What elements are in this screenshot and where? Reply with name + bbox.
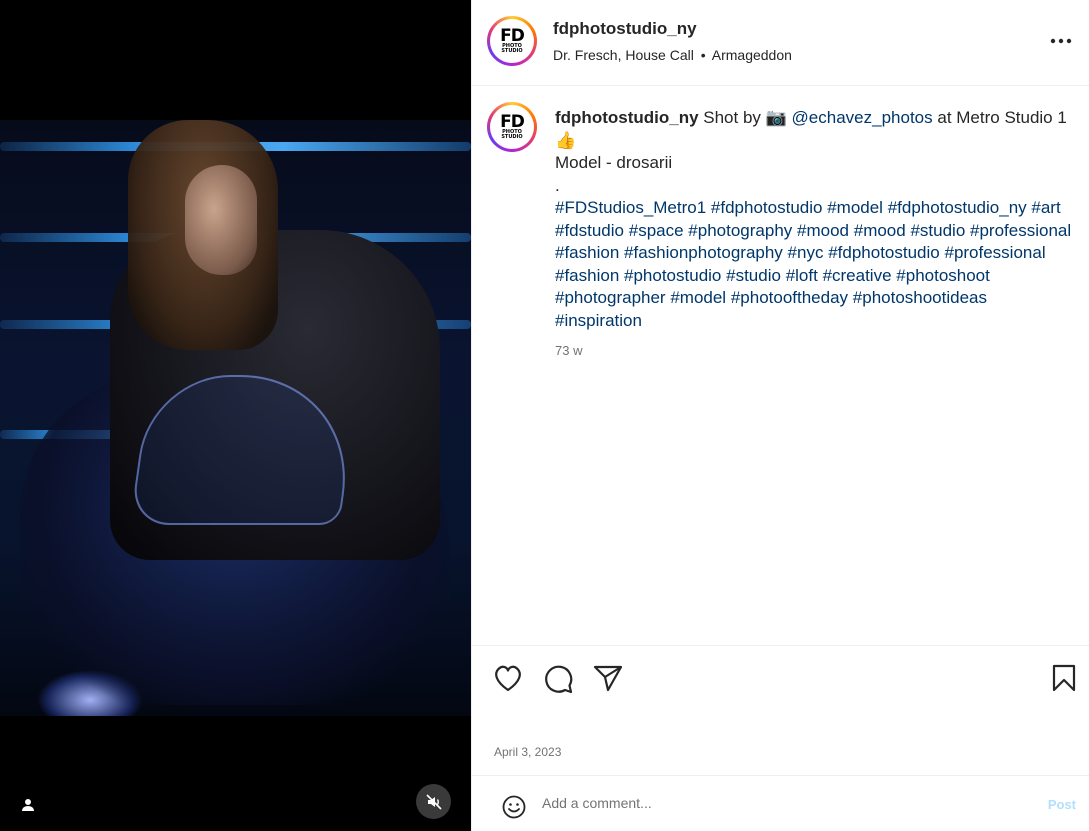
hashtag-link[interactable]: #mood bbox=[797, 221, 849, 240]
comment-input[interactable] bbox=[542, 795, 1022, 811]
hashtag-link[interactable]: #photoshootideas bbox=[853, 288, 987, 307]
hashtag-link[interactable]: #professional bbox=[970, 221, 1071, 240]
hashtag-link[interactable]: #studio bbox=[910, 221, 965, 240]
avatar[interactable]: FD PHOTO STUDIO bbox=[487, 16, 537, 66]
emoji-icon bbox=[502, 795, 526, 819]
hashtag-link[interactable]: #studio bbox=[726, 266, 781, 285]
share-icon bbox=[593, 665, 623, 692]
hashtag-link[interactable]: #fdphotostudio bbox=[711, 198, 823, 217]
hashtag-link[interactable]: #photoshoot bbox=[896, 266, 990, 285]
hashtag-link[interactable]: #art bbox=[1031, 198, 1060, 217]
hashtag-link[interactable]: #FDStudios_Metro1 bbox=[555, 198, 706, 217]
user-tag-button[interactable] bbox=[12, 789, 44, 821]
hashtag-link[interactable]: #fdphotostudio bbox=[828, 243, 940, 262]
hashtag-link[interactable]: #inspiration bbox=[555, 311, 642, 330]
hashtag-link[interactable]: #mood bbox=[854, 221, 906, 240]
user-tag-icon bbox=[22, 799, 34, 811]
audio-artist[interactable]: Dr. Fresch, House Call bbox=[553, 47, 694, 63]
share-button[interactable] bbox=[593, 664, 623, 697]
caption-text-before: Shot by 📷 bbox=[703, 108, 787, 127]
mute-button[interactable] bbox=[416, 784, 451, 819]
emoji-button[interactable] bbox=[502, 795, 526, 824]
post-header: FD PHOTO STUDIO fdphotostudio_ny Dr. Fre… bbox=[472, 0, 1089, 86]
hashtag-link[interactable]: #nyc bbox=[788, 243, 824, 262]
post-date[interactable]: April 3, 2023 bbox=[494, 745, 561, 759]
header-username[interactable]: fdphotostudio_ny bbox=[553, 19, 697, 39]
post-details-panel: FD PHOTO STUDIO fdphotostudio_ny Dr. Fre… bbox=[471, 0, 1089, 831]
hashtag-link[interactable]: #fashion bbox=[555, 266, 619, 285]
hashtag-link[interactable]: #loft bbox=[786, 266, 818, 285]
hashtag-list: #FDStudios_Metro1 #fdphotostudio #model … bbox=[555, 198, 1071, 330]
caption-username[interactable]: fdphotostudio_ny bbox=[555, 108, 699, 127]
caption-model-line: Model - drosarii bbox=[555, 153, 673, 172]
heart-icon bbox=[495, 665, 521, 692]
hashtag-link[interactable]: #professional bbox=[944, 243, 1045, 262]
bookmark-icon bbox=[1052, 664, 1076, 692]
save-button[interactable] bbox=[1052, 664, 1076, 697]
caption-avatar[interactable]: FD PHOTO STUDIO bbox=[487, 102, 537, 152]
hashtag-link[interactable]: #photostudio bbox=[624, 266, 721, 285]
caption-dot-line: . bbox=[555, 175, 560, 195]
hashtag-link[interactable]: #fdstudio bbox=[555, 221, 624, 240]
post-media[interactable] bbox=[0, 0, 471, 831]
hashtag-link[interactable]: #fashion bbox=[555, 243, 619, 262]
more-options-button[interactable] bbox=[1050, 31, 1072, 49]
hashtag-link[interactable]: #fashionphotography bbox=[624, 243, 783, 262]
post-comment-button[interactable]: Post bbox=[1048, 797, 1076, 812]
hashtag-link[interactable]: #model bbox=[827, 198, 883, 217]
post-photo bbox=[0, 120, 471, 716]
more-options-icon bbox=[1050, 38, 1072, 44]
caption-section: FD PHOTO STUDIO fdphotostudio_ny Shot by… bbox=[472, 87, 1089, 645]
audio-track-link[interactable]: Dr. Fresch, House Call • Armageddon bbox=[553, 47, 792, 63]
hashtag-link[interactable]: #model bbox=[670, 288, 726, 307]
audio-separator: • bbox=[700, 47, 706, 63]
action-bar: April 3, 2023 bbox=[472, 645, 1089, 775]
audio-track[interactable]: Armageddon bbox=[712, 47, 792, 63]
mention-link[interactable]: @echavez_photos bbox=[792, 108, 933, 127]
hashtag-link[interactable]: #photooftheday bbox=[731, 288, 848, 307]
hashtag-link[interactable]: #photographer bbox=[555, 288, 666, 307]
post-time-ago[interactable]: 73 w bbox=[555, 343, 582, 358]
caption-text: fdphotostudio_ny Shot by 📷 @echavez_phot… bbox=[555, 107, 1075, 332]
hashtag-link[interactable]: #photography bbox=[688, 221, 792, 240]
like-button[interactable] bbox=[493, 664, 523, 697]
logo-fd-text: FD bbox=[500, 26, 525, 46]
hashtag-link[interactable]: #fdphotostudio_ny bbox=[888, 198, 1027, 217]
hashtag-link[interactable]: #space bbox=[629, 221, 684, 240]
comment-button[interactable] bbox=[543, 664, 573, 699]
hashtag-link[interactable]: #creative bbox=[823, 266, 892, 285]
comment-icon bbox=[545, 665, 573, 694]
muted-speaker-icon bbox=[425, 793, 442, 810]
comment-bar: Post bbox=[472, 775, 1089, 831]
